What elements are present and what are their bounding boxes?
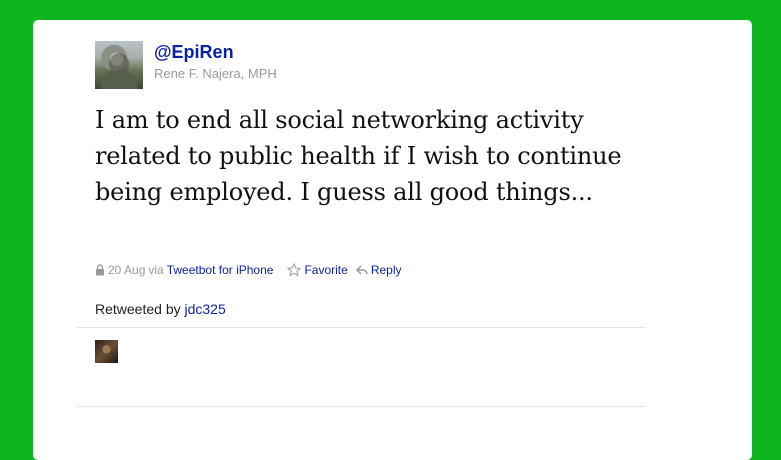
user-avatar[interactable] (95, 41, 143, 89)
avatar-body-shape (101, 71, 137, 89)
tweet-meta: 20 Aug via Tweetbot for iPhone Favorite … (95, 262, 402, 278)
reply-button[interactable]: Reply (355, 262, 402, 278)
divider (76, 327, 646, 328)
user-handle-link[interactable]: @EpiRen (154, 41, 234, 63)
reply-arrow-icon (355, 265, 368, 275)
via-label: via (148, 263, 164, 277)
retweeted-by-label: Retweeted by (95, 301, 181, 317)
retweeter-link[interactable]: jdc325 (185, 301, 226, 317)
tweet-date[interactable]: 20 Aug (108, 262, 145, 278)
source-link[interactable]: Tweetbot for iPhone (167, 262, 274, 278)
star-icon (287, 263, 302, 277)
retweeted-by: Retweeted by jdc325 (95, 300, 226, 318)
favorite-button[interactable]: Favorite (287, 262, 348, 278)
tweet-text: I am to end all social networking activi… (95, 106, 622, 206)
lock-icon (95, 264, 105, 276)
retweeter-avatar[interactable] (95, 340, 118, 363)
reply-label: Reply (370, 263, 402, 277)
divider (76, 406, 646, 407)
favorite-label: Favorite (304, 263, 348, 277)
user-full-name: Rene F. Najera, MPH (154, 66, 277, 81)
